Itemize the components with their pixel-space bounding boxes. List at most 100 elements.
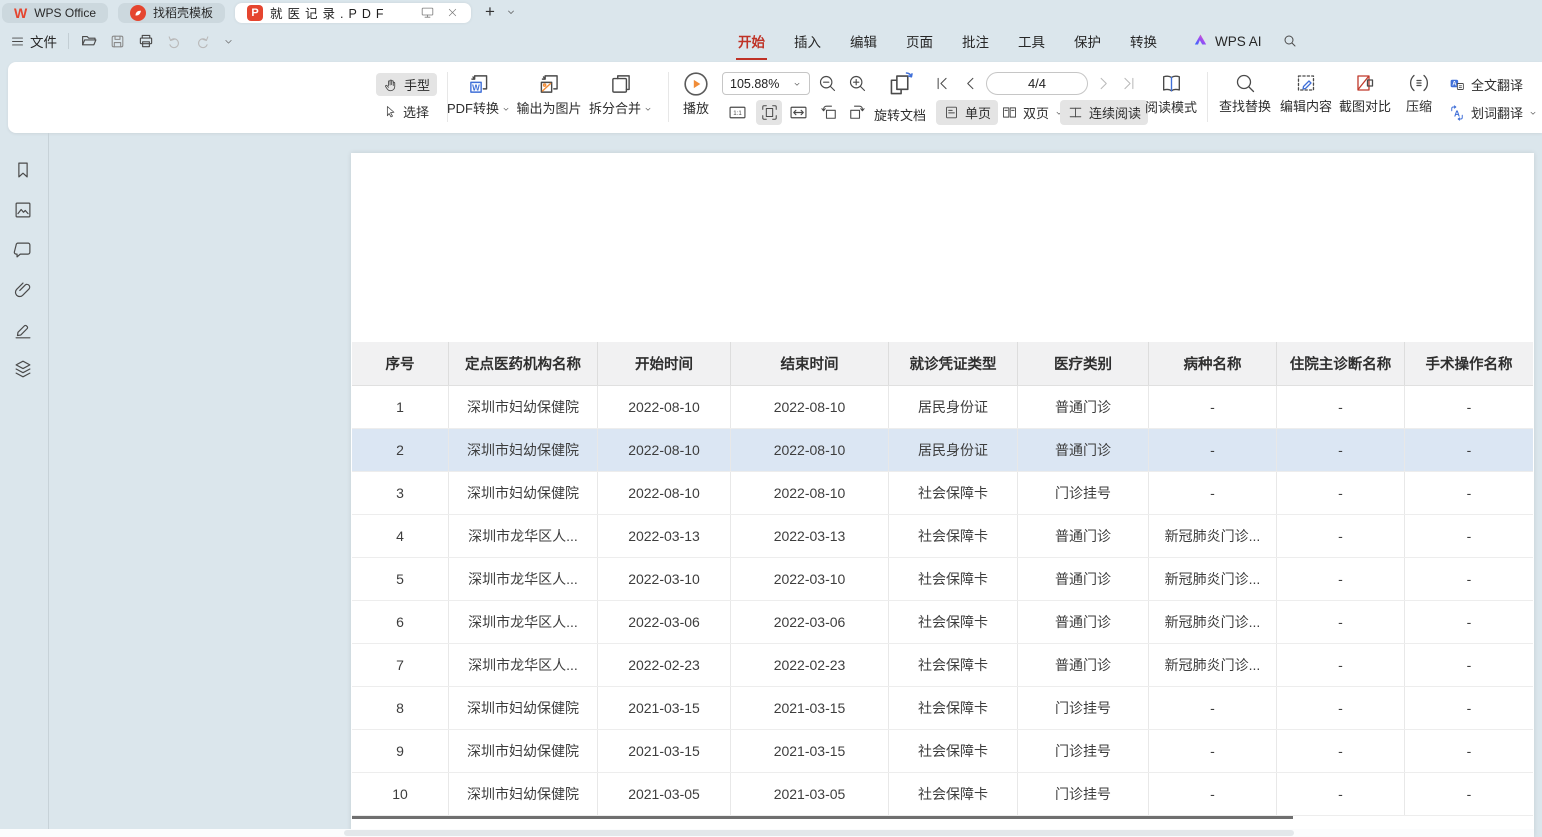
table-cell: - — [1149, 472, 1277, 514]
table-row: 6深圳市龙华区人...2022-03-062022-03-06社会保障卡普通门诊… — [352, 601, 1533, 644]
file-menu-button[interactable]: 文件 — [10, 31, 57, 51]
menu-item-1[interactable]: 插入 — [794, 31, 821, 51]
chevron-down-icon — [792, 79, 802, 89]
table-cell: 新冠肺炎门诊... — [1149, 515, 1277, 557]
table-cell: - — [1277, 601, 1405, 643]
more-actions-chevron-icon[interactable] — [222, 35, 235, 48]
horizontal-scrollbar-thumb[interactable] — [344, 830, 1294, 836]
rotate-left-button[interactable] — [819, 102, 839, 122]
read-mode-button[interactable]: 阅读模式 — [1145, 71, 1197, 115]
last-page-button[interactable] — [1119, 74, 1138, 93]
table-cell: 2022-08-10 — [598, 429, 731, 471]
tab-label: WPS Office — [34, 6, 96, 20]
comment-icon[interactable] — [12, 239, 34, 261]
horizontal-scrollbar[interactable] — [0, 829, 1534, 837]
bookmark-icon[interactable] — [12, 159, 34, 181]
select-tool-button[interactable]: 选择 — [376, 100, 436, 123]
table-cell: - — [1277, 386, 1405, 428]
table-row: 4深圳市龙华区人...2022-03-132022-03-13社会保障卡普通门诊… — [352, 515, 1533, 558]
table-cell: 2022-08-10 — [598, 386, 731, 428]
table-cell: 普通门诊 — [1018, 429, 1149, 471]
table-header-cell: 住院主诊断名称 — [1277, 342, 1405, 385]
pdf-convert-button[interactable]: W PDF转换 — [447, 71, 511, 116]
first-page-button[interactable] — [933, 74, 952, 93]
table-cell: 社会保障卡 — [889, 730, 1018, 772]
page-swap-button[interactable] — [886, 70, 915, 99]
fit-page-button[interactable] — [756, 100, 782, 125]
divider — [68, 33, 69, 49]
rotate-doc-label[interactable]: 旋转文档 — [874, 105, 926, 124]
continuous-read-button[interactable]: 连续阅读 — [1060, 100, 1148, 125]
zoom-in-button[interactable] — [847, 73, 868, 94]
menu-item-4[interactable]: 批注 — [962, 31, 989, 51]
table-cell: 社会保障卡 — [889, 472, 1018, 514]
attachment-icon[interactable] — [12, 279, 34, 301]
layers-icon[interactable] — [12, 358, 34, 380]
book-icon — [1158, 71, 1183, 96]
table-cell: 2022-03-10 — [731, 558, 889, 600]
table-cell: - — [1277, 558, 1405, 600]
thumbnail-icon[interactable] — [12, 199, 34, 221]
full-translate-button[interactable]: A 全文翻译 — [1448, 75, 1523, 94]
table-cell: 4 — [352, 515, 449, 557]
pdf-file-icon: P — [247, 5, 263, 21]
edit-content-button[interactable]: 编辑内容 — [1280, 71, 1332, 114]
next-page-button[interactable] — [1094, 74, 1113, 93]
table-cell: - — [1405, 558, 1533, 600]
table-cell: 9 — [352, 730, 449, 772]
table-cell: 8 — [352, 687, 449, 729]
single-page-button[interactable]: 单页 — [936, 100, 998, 125]
menu-item-7[interactable]: 转换 — [1130, 31, 1157, 51]
pdf-table-body: 1深圳市妇幼保健院2022-08-102022-08-10居民身份证普通门诊--… — [352, 386, 1533, 816]
single-page-icon — [943, 104, 960, 121]
menu-item-0[interactable]: 开始 — [738, 31, 765, 51]
rotate-right-button[interactable] — [847, 102, 867, 122]
find-replace-button[interactable]: 查找替换 — [1219, 71, 1271, 114]
menu-item-5[interactable]: 工具 — [1018, 31, 1045, 51]
word-translate-button[interactable]: A 划词翻译 — [1448, 103, 1538, 122]
tab-list-chevron-icon[interactable] — [505, 6, 517, 18]
close-tab-icon[interactable] — [446, 6, 459, 19]
tab-docer-templates[interactable]: 找稻壳模板 — [118, 3, 225, 23]
table-cell: 深圳市妇幼保健院 — [449, 773, 598, 815]
table-cell: 普通门诊 — [1018, 644, 1149, 686]
menu-item-3[interactable]: 页面 — [906, 31, 933, 51]
table-row: 7深圳市龙华区人...2022-02-232022-02-23社会保障卡普通门诊… — [352, 644, 1533, 687]
zoom-level-combobox[interactable]: 105.88% — [722, 72, 810, 95]
menu-item-6[interactable]: 保护 — [1074, 31, 1101, 51]
fit-width-button[interactable] — [788, 102, 809, 123]
search-icon[interactable] — [1282, 33, 1298, 49]
table-row: 8深圳市妇幼保健院2021-03-152021-03-15社会保障卡门诊挂号--… — [352, 687, 1533, 730]
monitor-icon[interactable] — [420, 5, 435, 20]
undo-icon[interactable] — [166, 33, 183, 50]
previous-page-button[interactable] — [961, 74, 980, 93]
table-cell: 深圳市妇幼保健院 — [449, 472, 598, 514]
zoom-out-button[interactable] — [817, 73, 838, 94]
wps-ai-menu-item[interactable]: WPS AI — [1215, 34, 1262, 49]
open-file-icon[interactable] — [80, 32, 98, 50]
table-cell: 2022-08-10 — [731, 472, 889, 514]
print-icon[interactable] — [137, 32, 155, 50]
signature-icon[interactable] — [12, 319, 34, 341]
menu-item-2[interactable]: 编辑 — [850, 31, 877, 51]
hand-tool-button[interactable]: 手型 — [376, 73, 437, 96]
screenshot-compare-button[interactable]: 截图对比 — [1339, 71, 1391, 114]
compress-button[interactable]: 压缩 — [1406, 71, 1432, 114]
actual-size-button[interactable]: 1:1 — [727, 102, 748, 123]
table-cell: - — [1277, 429, 1405, 471]
table-cell: 2 — [352, 429, 449, 471]
table-cell: - — [1405, 773, 1533, 815]
play-button[interactable]: 播放 — [683, 71, 709, 116]
export-image-button[interactable]: 输出为图片 — [516, 71, 581, 116]
table-cell: - — [1405, 730, 1533, 772]
tab-document[interactable]: P 就医记录.PDF — [235, 3, 471, 23]
tab-wps-office[interactable]: W WPS Office — [2, 3, 108, 23]
page-indicator-input[interactable]: 4/4 — [986, 72, 1088, 95]
divider — [1207, 72, 1208, 122]
save-icon[interactable] — [109, 33, 126, 50]
redo-icon[interactable] — [194, 33, 211, 50]
chevron-down-icon — [1528, 108, 1538, 118]
table-cell: - — [1277, 644, 1405, 686]
new-tab-button[interactable]: + — [485, 3, 495, 20]
split-merge-button[interactable]: 拆分合并 — [589, 71, 653, 116]
